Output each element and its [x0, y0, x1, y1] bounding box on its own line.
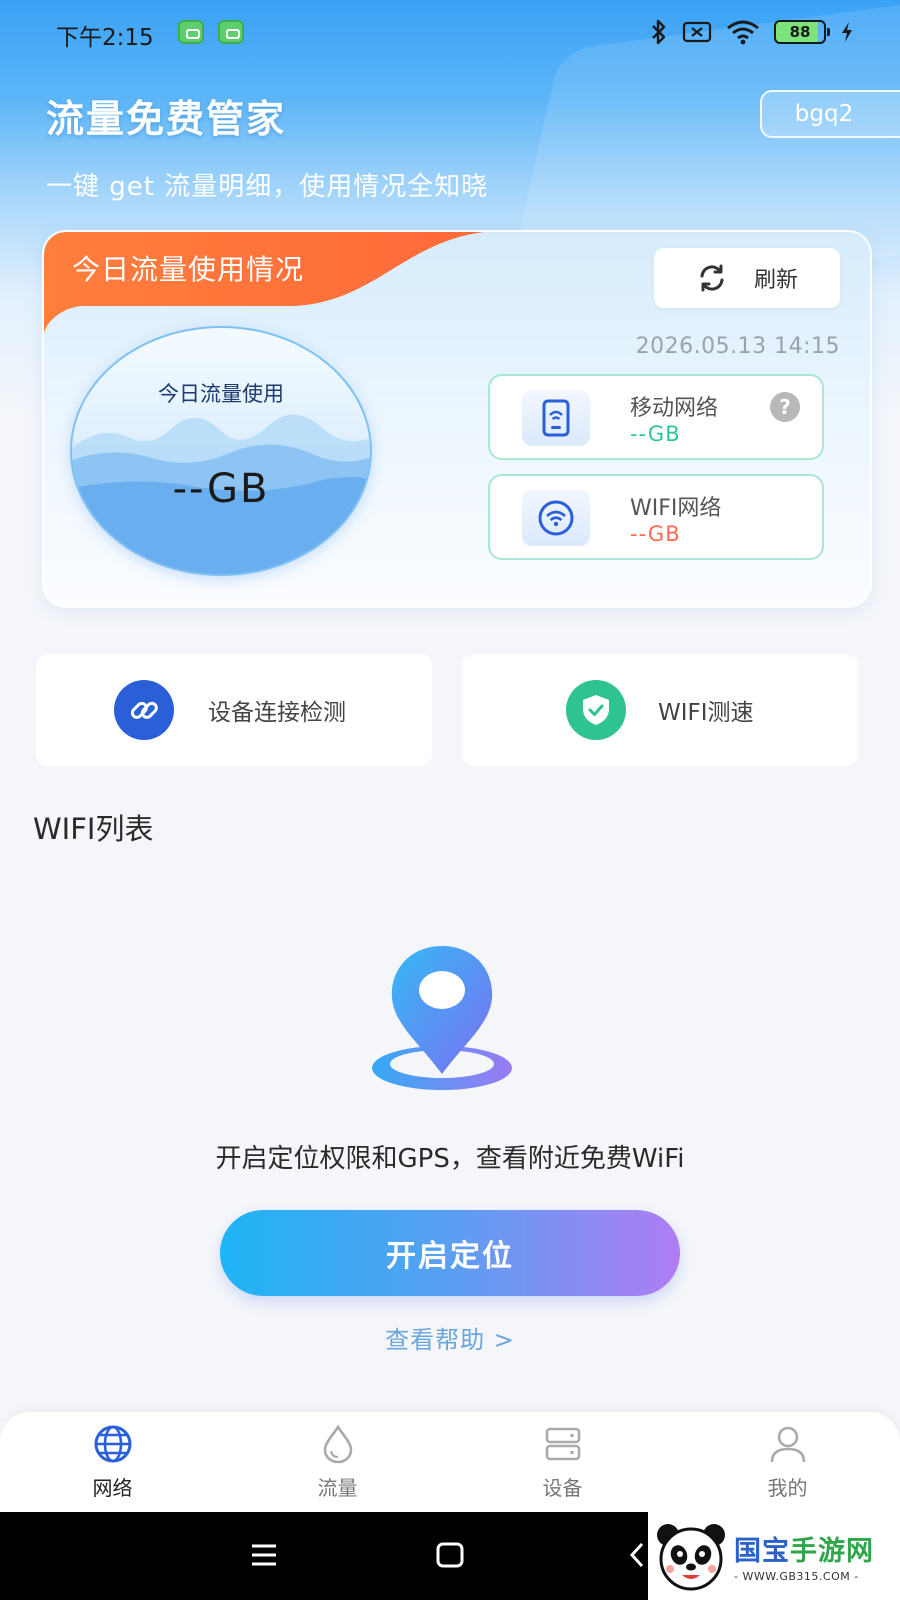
device-check-card[interactable]: 设备连接检测: [36, 654, 432, 766]
wifi-speed-test-label: WIFI测速: [658, 700, 754, 726]
status-bar: 下午2:15 88: [0, 0, 900, 64]
mobile-network-icon-wrap: [522, 390, 590, 446]
watermark-brand-part2: 手游网: [790, 1536, 874, 1567]
menu-icon[interactable]: [250, 1542, 278, 1568]
refresh-label: 刷新: [753, 268, 798, 293]
refresh-icon: [700, 264, 724, 292]
site-watermark: 国宝手游网 - WWW.GB315.COM -: [648, 1512, 900, 1600]
wifi-speed-test-card[interactable]: WIFI测速: [462, 654, 858, 766]
today-usage-value: --GB: [172, 466, 270, 512]
watermark-brand-part1: 国宝: [734, 1536, 790, 1567]
today-usage-card: 今日流量使用情况 刷新 2026.05.13 14:15 今日流量使用 --GB: [42, 230, 872, 608]
charging-icon: [842, 22, 852, 42]
tab-network[interactable]: 网络: [0, 1412, 225, 1512]
no-sim-icon: [682, 21, 712, 43]
refresh-button[interactable]: 刷新: [654, 248, 840, 308]
location-pin-icon: [372, 946, 512, 1090]
home-icon[interactable]: [436, 1542, 464, 1568]
panda-logo-icon: [657, 1524, 725, 1591]
app-notification-icon: [178, 20, 204, 44]
circle-label: 今日流量使用: [158, 382, 284, 406]
mobile-network-box[interactable]: 移动网络 --GB ?: [488, 374, 824, 460]
app-subtitle: 一键 get 流量明细，使用情况全知晓: [46, 172, 489, 202]
wifi-icon: [538, 500, 574, 536]
droplet-icon: [323, 1424, 352, 1464]
wifi-network-icon-wrap: [522, 490, 590, 546]
card-title: 今日流量使用情况: [72, 253, 305, 286]
tab-label: 我的: [767, 1476, 808, 1500]
update-timestamp: 2026.05.13 14:15: [635, 334, 840, 359]
wifi-signal-icon: [727, 20, 759, 45]
watermark-url: - WWW.GB315.COM -: [734, 1570, 859, 1583]
wifi-network-value: --GB: [630, 522, 681, 546]
tab-devices[interactable]: 设备: [450, 1412, 675, 1512]
app-title: 流量免费管家: [46, 97, 287, 141]
status-time: 下午2:15: [56, 25, 154, 51]
user-badge[interactable]: bgq2: [760, 90, 900, 138]
bluetooth-icon: [652, 19, 666, 45]
location-permission-message: 开启定位权限和GPS，查看附近免费WiFi: [215, 1144, 685, 1174]
globe-icon: [94, 1425, 131, 1463]
usage-gauge-circle: 今日流量使用 --GB: [70, 326, 372, 576]
mobile-network-label: 移动网络: [630, 396, 719, 421]
wifi-list-title: WIFI列表: [33, 812, 154, 846]
wave-illustration: [72, 414, 370, 574]
enable-location-button[interactable]: 开启定位: [220, 1210, 680, 1296]
wifi-network-box[interactable]: WIFI网络 --GB: [488, 474, 824, 560]
mobile-phone-icon: [542, 399, 570, 437]
tab-profile[interactable]: 我的: [675, 1412, 900, 1512]
wifi-network-label: WIFI网络: [630, 496, 722, 521]
app-notification-icon: [218, 20, 244, 44]
tab-traffic[interactable]: 流量: [225, 1412, 450, 1512]
tab-label: 流量: [317, 1476, 358, 1500]
server-icon: [545, 1427, 580, 1461]
watermark-brand: 国宝手游网: [734, 1529, 874, 1568]
tab-label: 网络: [92, 1476, 133, 1500]
user-icon: [770, 1426, 805, 1463]
help-icon[interactable]: ?: [770, 392, 800, 422]
link-icon: [114, 680, 174, 740]
view-help-link[interactable]: 查看帮助 >: [0, 1320, 900, 1355]
back-icon[interactable]: [628, 1542, 646, 1568]
tab-label: 设备: [542, 1476, 583, 1500]
mobile-network-value: --GB: [630, 422, 681, 446]
shield-check-icon: [566, 680, 626, 740]
battery-indicator: 88: [774, 20, 830, 44]
bottom-tab-bar: 网络 流量 设备 我的: [0, 1412, 900, 1512]
device-check-label: 设备连接检测: [208, 700, 346, 726]
